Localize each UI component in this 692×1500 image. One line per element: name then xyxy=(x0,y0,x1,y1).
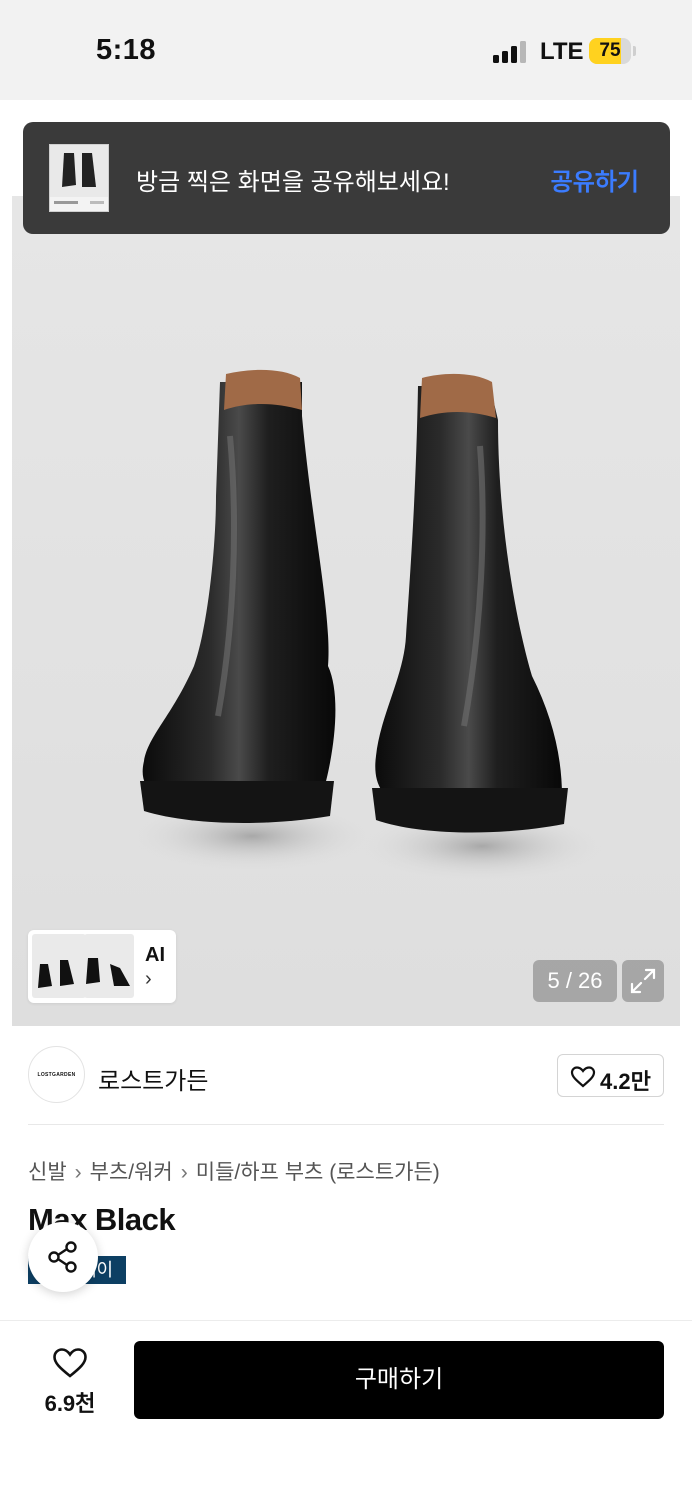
divider xyxy=(28,1124,664,1125)
heart-icon xyxy=(570,1066,596,1088)
share-toast[interactable]: 방금 찍은 화면을 공유해보세요! 공유하기 xyxy=(23,122,670,234)
brand-like-count: 4.2만 xyxy=(600,1069,651,1094)
status-time: 5:18 xyxy=(96,34,157,66)
buy-button[interactable]: 구매하기 xyxy=(134,1341,664,1419)
thumbnail-image-1 xyxy=(32,934,86,998)
wishlist-count: 6.9천 xyxy=(44,1391,96,1416)
brand-logo[interactable]: LOSTGARDEN xyxy=(28,1046,85,1103)
toast-message: 방금 찍은 화면을 공유해보세요! xyxy=(136,169,450,196)
breadcrumb: 신발 › 부츠/워커 › 미들/하프 부츠 (로스트가든) xyxy=(28,1156,440,1186)
share-icon xyxy=(48,1241,77,1273)
expand-icon[interactable] xyxy=(622,960,664,1002)
brand-name[interactable]: 로스트가든 xyxy=(98,1061,208,1096)
share-now-button[interactable]: 공유하기 xyxy=(551,162,639,197)
share-button[interactable] xyxy=(28,1222,98,1292)
breadcrumb-item[interactable]: 미들/하프 부츠 (로스트가든) xyxy=(196,1161,440,1184)
ai-thumbnail-card[interactable]: AI › xyxy=(28,930,176,1003)
status-bar: 5:18 LTE 75 xyxy=(0,0,692,100)
breadcrumb-separator: › xyxy=(180,1161,188,1184)
breadcrumb-item[interactable]: 신발 xyxy=(28,1161,67,1184)
screenshot-thumbnail xyxy=(49,144,109,212)
boots-illustration xyxy=(132,369,602,880)
network-type: LTE xyxy=(540,38,584,65)
thumbnail-image-2 xyxy=(84,934,134,998)
breadcrumb-item[interactable]: 부츠/워커 xyxy=(90,1161,173,1184)
battery-icon: 75 xyxy=(589,38,631,64)
image-page-counter: 5 / 26 xyxy=(533,960,617,1002)
brand-like-button[interactable]: 4.2만 xyxy=(557,1054,664,1097)
wishlist-heart-icon[interactable] xyxy=(52,1347,88,1379)
signal-icon xyxy=(493,41,529,63)
breadcrumb-separator: › xyxy=(74,1161,82,1184)
ai-label: AI xyxy=(145,944,165,966)
battery-level: 75 xyxy=(599,40,621,61)
battery-tip xyxy=(633,46,636,56)
chevron-right-icon: › xyxy=(145,968,152,990)
product-image[interactable] xyxy=(12,196,680,1026)
